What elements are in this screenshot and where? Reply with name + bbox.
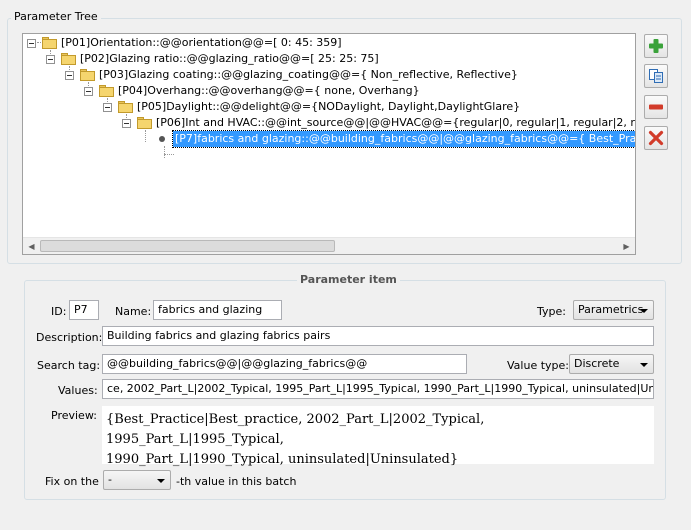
add-button[interactable] <box>644 34 668 58</box>
parameter-tree-title: Parameter Tree <box>11 10 101 23</box>
collapse-icon[interactable] <box>103 103 112 112</box>
search-tag-label: Search tag: <box>37 359 101 372</box>
preview-label: Preview: <box>51 409 97 422</box>
tree-node-label: [P06]Int and HVAC::@@int_source@@|@@HVAC… <box>156 116 635 129</box>
type-dropdown[interactable]: Parametrics <box>573 300 654 320</box>
type-dropdown-value: Parametrics <box>578 303 644 316</box>
fix-dropdown-value: - <box>108 473 112 486</box>
tree-node-p02[interactable]: [P02]Glazing ratio::@@glazing_ratio@@=[ … <box>23 51 623 67</box>
name-label: Name: <box>115 305 152 318</box>
copy-button[interactable] <box>644 64 668 88</box>
tree-node-p04[interactable]: [P04]Overhang::@@overhang@@={ none, Over… <box>23 83 623 99</box>
collapse-icon[interactable] <box>27 39 36 48</box>
preview-area: {Best_Practice|Best_practice, 2002_Part_… <box>102 406 654 467</box>
folder-icon <box>118 101 133 113</box>
fix-dropdown[interactable]: - <box>103 470 171 490</box>
values-label: Values: <box>58 384 98 397</box>
parameter-item-title: Parameter item <box>297 273 400 286</box>
tree-node-label: [P01]Orientation::@@orientation@@=[ 0: 4… <box>61 36 342 49</box>
fix-suffix-label: -th value in this batch <box>176 475 297 488</box>
x-icon <box>648 130 664 146</box>
leaf-node-icon <box>159 136 165 142</box>
folder-icon <box>137 117 152 129</box>
delete-button[interactable] <box>644 126 668 150</box>
id-label: ID: <box>51 305 67 318</box>
folder-icon <box>42 37 57 49</box>
parameter-tree[interactable]: [P01]Orientation::@@orientation@@=[ 0: 4… <box>22 33 636 255</box>
search-tag-field[interactable]: @@building_fabrics@@|@@glazing_fabrics@@ <box>102 354 467 374</box>
values-field[interactable]: ce, 2002_Part_L|2002_Typical, 1995_Part_… <box>102 379 654 399</box>
value-type-dropdown[interactable]: Discrete <box>569 354 654 374</box>
chevron-down-icon <box>640 309 648 313</box>
plus-icon <box>649 39 663 53</box>
tree-node-p03[interactable]: [P03]Glazing coating::@@glazing_coating@… <box>23 67 623 83</box>
tree-horizontal-scrollbar[interactable]: ◀ ▶ <box>23 237 635 254</box>
chevron-down-icon <box>157 479 165 483</box>
tree-node-p01[interactable]: [P01]Orientation::@@orientation@@=[ 0: 4… <box>23 35 623 51</box>
tree-node-label: [P03]Glazing coating::@@glazing_coating@… <box>99 68 518 81</box>
collapse-icon[interactable] <box>46 55 55 64</box>
tree-node-label: [P05]Daylight::@@delight@@={NODaylight, … <box>137 100 521 113</box>
type-label: Type: <box>537 305 566 318</box>
value-type-dropdown-value: Discrete <box>574 357 620 370</box>
preview-line-1: {Best_Practice|Best_practice, 2002_Part_… <box>106 412 485 447</box>
collapse-icon[interactable] <box>84 87 93 96</box>
tree-node-label: [P02]Glazing ratio::@@glazing_ratio@@=[ … <box>80 52 379 65</box>
tree-node-label-selected: [P7]fabrics and glazing::@@building_fabr… <box>172 130 636 148</box>
description-field[interactable]: Building fabrics and glazing fabrics pai… <box>102 326 654 346</box>
collapse-icon[interactable] <box>122 119 131 128</box>
tree-node-p7[interactable]: [P7]fabrics and glazing::@@building_fabr… <box>23 130 636 148</box>
scroll-left-icon[interactable]: ◀ <box>23 238 40 254</box>
description-label: Description: <box>36 331 103 344</box>
tree-node-label: [P04]Overhang::@@overhang@@={ none, Over… <box>118 84 420 97</box>
minus-icon <box>649 104 663 110</box>
tree-node-p05[interactable]: [P05]Daylight::@@delight@@={NODaylight, … <box>23 99 623 115</box>
value-type-label: Value type: <box>507 359 569 372</box>
chevron-down-icon <box>640 363 648 367</box>
folder-icon <box>99 85 114 97</box>
tree-node-p06[interactable]: [P06]Int and HVAC::@@int_source@@|@@HVAC… <box>23 115 635 131</box>
fix-label: Fix on the <box>45 475 99 488</box>
copy-icon <box>649 69 663 83</box>
remove-button[interactable] <box>644 95 668 119</box>
scroll-right-icon[interactable]: ▶ <box>618 238 635 254</box>
collapse-icon[interactable] <box>65 71 74 80</box>
id-field[interactable]: P7 <box>69 300 99 320</box>
preview-line-2: 1990_Part_L|1990_Typical, uninsulated|Un… <box>106 452 459 467</box>
name-field[interactable]: fabrics and glazing <box>153 300 282 320</box>
folder-icon <box>61 53 76 65</box>
folder-icon <box>80 69 95 81</box>
scroll-thumb[interactable] <box>40 240 335 252</box>
